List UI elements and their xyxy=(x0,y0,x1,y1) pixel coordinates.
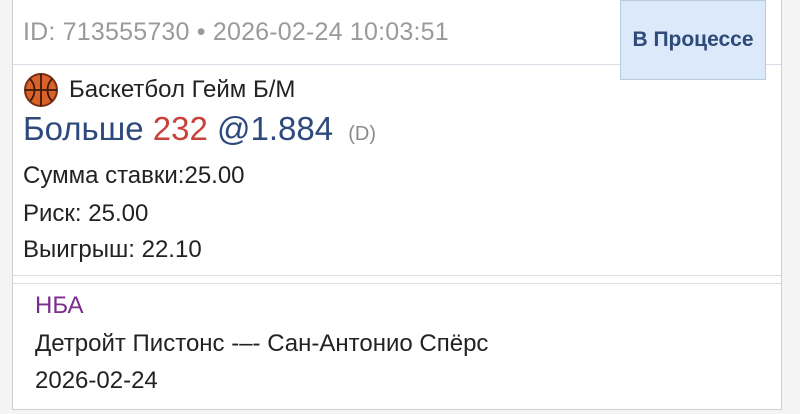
market-line: Баскетбол Гейм Б/М xyxy=(23,72,295,108)
win-amount: Выигрыш: 22.10 xyxy=(23,236,202,263)
league-name: НБА xyxy=(35,292,84,319)
event-date: 2026-02-24 xyxy=(35,367,158,394)
bet-header: ID: 713555730 • 2026-02-24 10:03:51 В Пр… xyxy=(13,0,781,80)
selection-line: Больше 232 @1.884 (D) xyxy=(23,110,376,148)
event-name: Детройт Пистонс -–- Сан-Антонио Спёрс xyxy=(35,330,489,357)
bet-card: ID: 713555730 • 2026-02-24 10:03:51 В Пр… xyxy=(12,0,782,410)
basketball-icon xyxy=(24,73,58,107)
status-badge[interactable]: В Процессе xyxy=(620,0,766,80)
odds-format: (D) xyxy=(348,123,376,145)
market-name: Баскетбол Гейм Б/М xyxy=(69,76,296,103)
event-details: НБА Детройт Пистонс -–- Сан-Антонио Спёр… xyxy=(13,283,781,409)
selection-line-value: 232 xyxy=(152,110,208,147)
section-divider xyxy=(13,275,781,276)
bet-id-timestamp: ID: 713555730 • 2026-02-24 10:03:51 xyxy=(23,18,449,46)
risk-amount: Риск: 25.00 xyxy=(23,200,149,227)
selection-name: Больше xyxy=(23,110,144,147)
selection-odds: @1.884 xyxy=(216,110,334,147)
stake-amount: Сумма ставки:25.00 xyxy=(23,162,245,189)
